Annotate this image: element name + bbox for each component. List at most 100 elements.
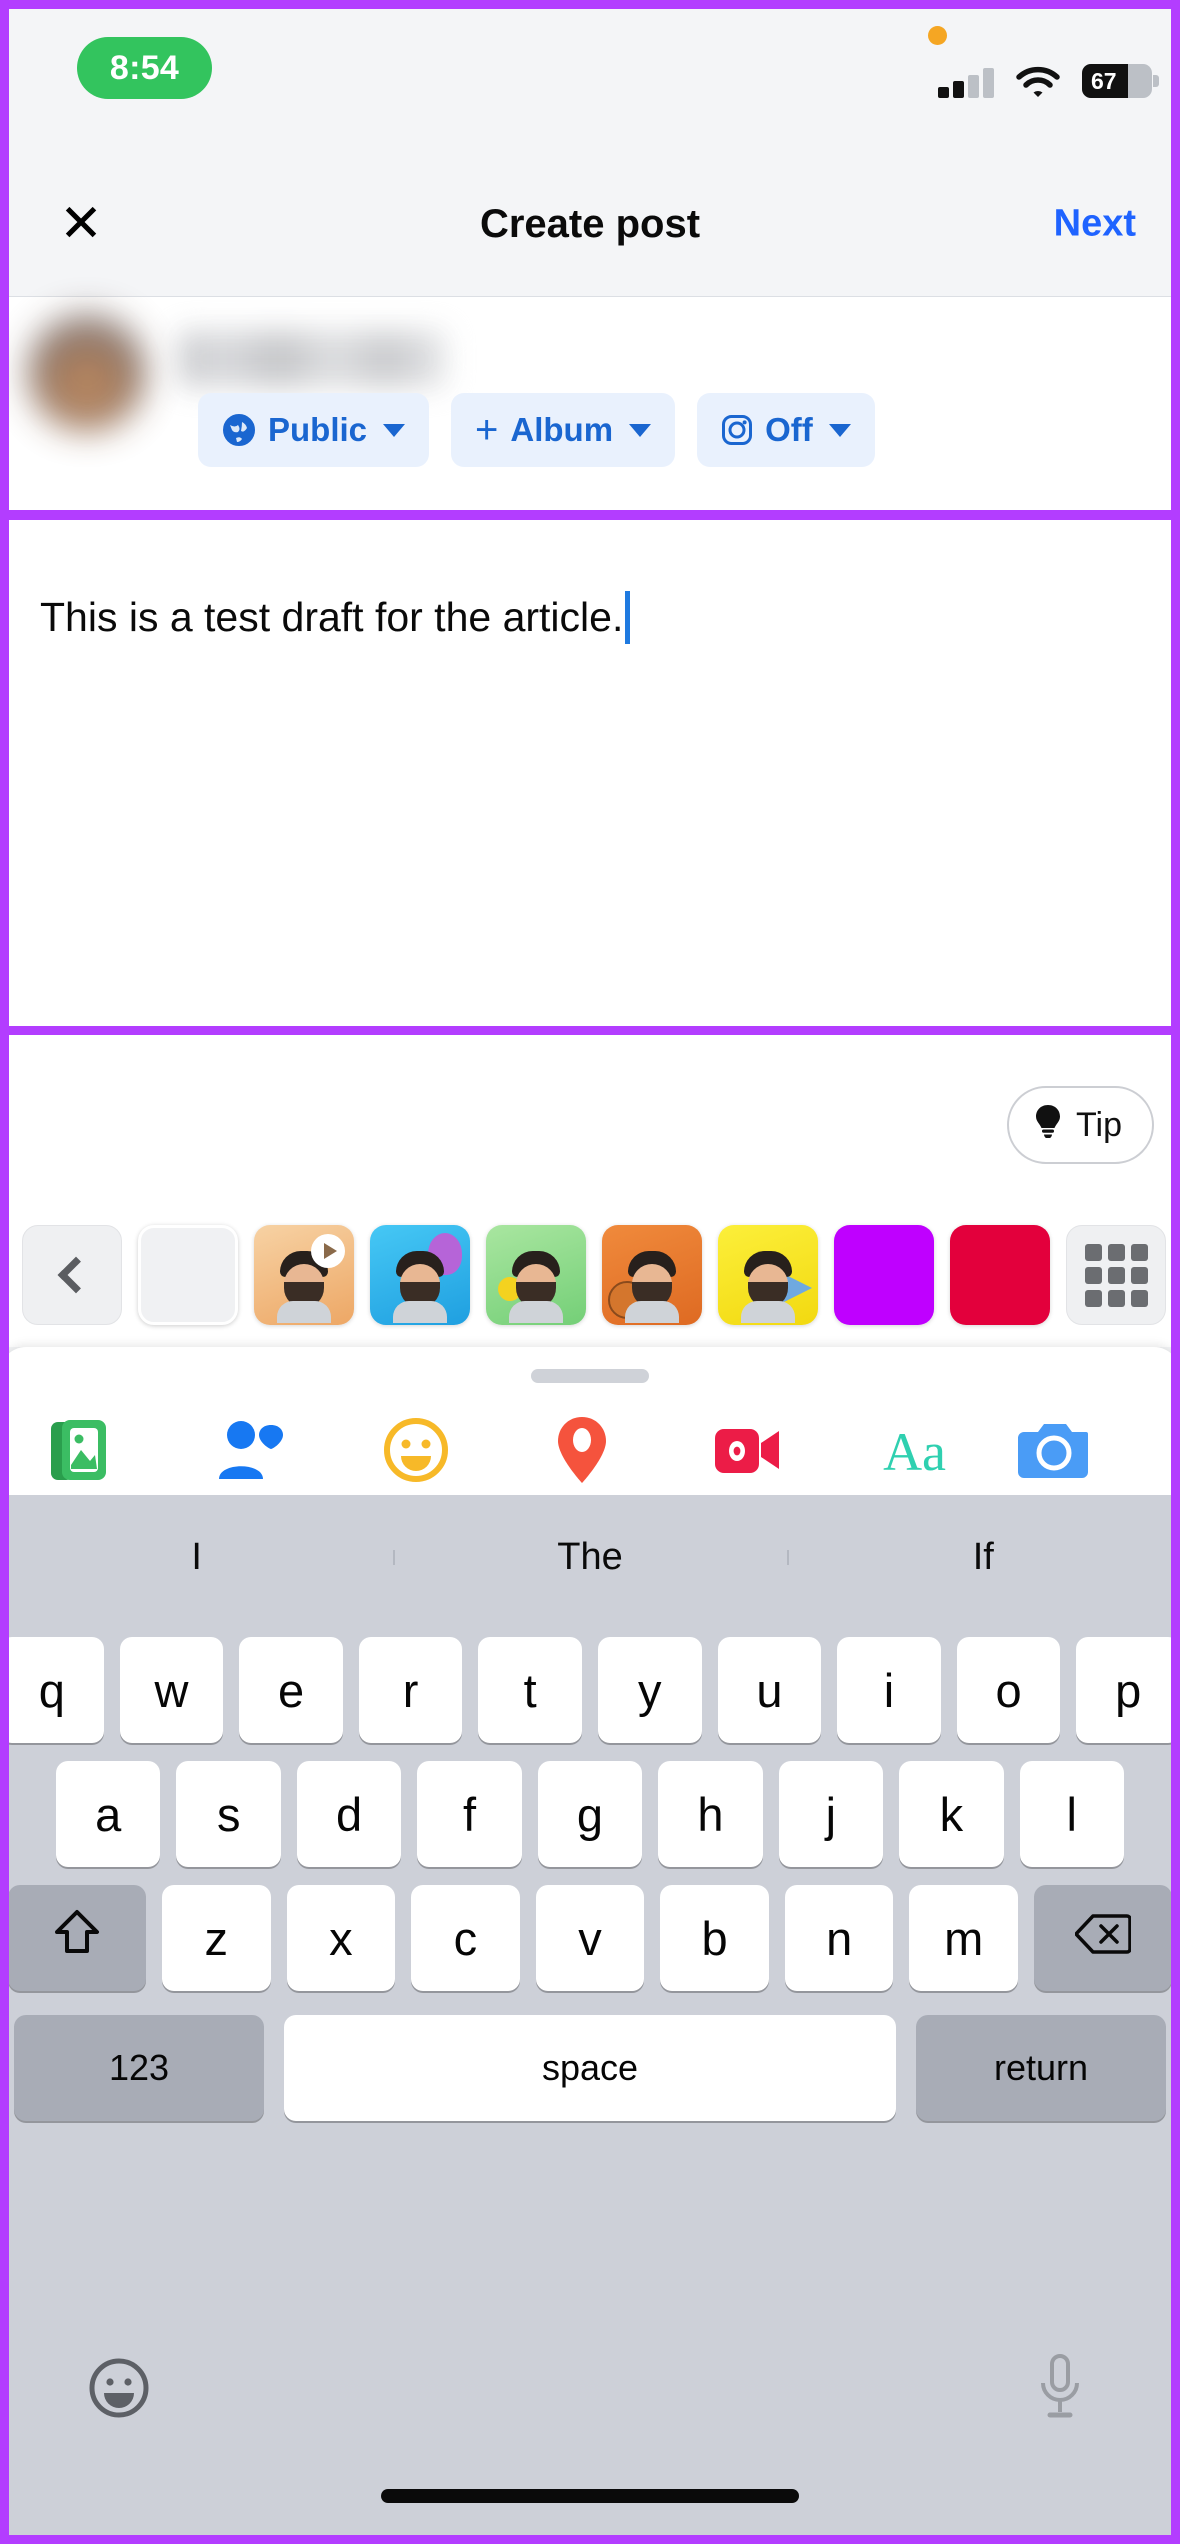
key-w[interactable]: w — [119, 1637, 224, 1743]
photo-video-button[interactable] — [0, 1409, 166, 1495]
key-q[interactable]: q — [0, 1637, 104, 1743]
battery-icon: 67 — [1082, 64, 1159, 98]
chevron-down-icon — [828, 423, 851, 437]
chevron-left-icon — [57, 1256, 95, 1294]
keyboard-row-2: a s d f g h j k l — [0, 1761, 1180, 1867]
composer-meta: Public + Album Off — [0, 297, 1180, 519]
color-swatch-red[interactable] — [950, 1225, 1050, 1325]
key-t[interactable]: t — [478, 1637, 582, 1743]
key-v[interactable]: v — [535, 1885, 645, 1991]
key-y[interactable]: y — [598, 1637, 702, 1743]
privacy-chip-public[interactable]: Public — [198, 393, 430, 467]
key-u[interactable]: u — [717, 1637, 822, 1743]
chevron-down-icon — [383, 423, 406, 437]
avatar-sticker-balloon[interactable] — [370, 1225, 470, 1325]
check-in-button[interactable] — [499, 1409, 665, 1495]
instagram-chip-label: Off — [765, 411, 813, 448]
avatar-sticker-video[interactable] — [254, 1225, 354, 1325]
key-h[interactable]: h — [658, 1761, 763, 1867]
avatar-figure-icon — [505, 1251, 567, 1323]
sticker-panel: Tip — [0, 1027, 1180, 1347]
numbers-key[interactable]: 123 — [14, 2015, 264, 2121]
avatar — [28, 313, 146, 431]
key-z[interactable]: z — [161, 1885, 271, 1991]
sticker-grid-button[interactable] — [1066, 1225, 1166, 1325]
close-icon[interactable]: ✕ — [52, 195, 110, 253]
key-p[interactable]: p — [1076, 1637, 1180, 1743]
tip-button[interactable]: Tip — [1007, 1086, 1154, 1164]
keyboard-bottom-bar — [0, 2335, 1180, 2535]
avatar-sticker-flower[interactable] — [486, 1225, 586, 1325]
key-k[interactable]: k — [899, 1761, 1004, 1867]
key-c[interactable]: c — [411, 1885, 520, 1991]
avatar-figure-icon — [737, 1251, 799, 1323]
key-i[interactable]: i — [837, 1637, 941, 1743]
suggestion-item[interactable]: The — [393, 1536, 786, 1579]
post-text-area[interactable]: This is a test draft for the article. — [0, 519, 1180, 1027]
key-x[interactable]: x — [286, 1885, 396, 1991]
sticker-blank-tile[interactable] — [138, 1225, 238, 1325]
suggestion-item[interactable]: I — [0, 1536, 393, 1579]
feeling-activity-button[interactable] — [333, 1409, 499, 1495]
key-g[interactable]: g — [537, 1761, 643, 1867]
key-o[interactable]: o — [956, 1637, 1061, 1743]
key-m[interactable]: m — [909, 1885, 1019, 1991]
avatar-sticker-basketball[interactable] — [602, 1225, 702, 1325]
key-d[interactable]: d — [296, 1761, 402, 1867]
key-j[interactable]: j — [778, 1761, 884, 1867]
tag-people-icon — [213, 1417, 285, 1488]
text-cursor — [625, 591, 631, 644]
key-s[interactable]: s — [176, 1761, 281, 1867]
chevron-down-icon — [629, 423, 652, 437]
shift-key[interactable] — [7, 1885, 146, 1991]
sticker-strip-back[interactable] — [22, 1225, 122, 1325]
live-video-button[interactable] — [665, 1409, 831, 1495]
user-name — [178, 331, 446, 387]
keyboard-row-3: z x c v b n m — [0, 1885, 1180, 1991]
instagram-icon — [721, 414, 753, 446]
key-r[interactable]: r — [358, 1637, 463, 1743]
color-swatch-purple[interactable] — [834, 1225, 934, 1325]
play-icon — [311, 1234, 345, 1268]
text-style-button[interactable]: Aa — [831, 1409, 997, 1495]
key-b[interactable]: b — [660, 1885, 769, 1991]
globe-icon — [222, 413, 256, 447]
dictation-button[interactable] — [1034, 2353, 1086, 2428]
key-f[interactable]: f — [417, 1761, 522, 1867]
backspace-key[interactable] — [1034, 1885, 1173, 1991]
emoji-keyboard-icon — [88, 2358, 150, 2423]
camera-button[interactable] — [998, 1409, 1180, 1495]
lightbulb-icon — [1033, 1104, 1063, 1147]
sheet-drag-handle[interactable] — [531, 1369, 649, 1383]
feeling-activity-icon — [383, 1417, 449, 1488]
key-e[interactable]: e — [239, 1637, 343, 1743]
album-chip[interactable]: + Album — [451, 393, 676, 467]
emoji-keyboard-button[interactable] — [88, 2357, 150, 2424]
predictive-suggestion-bar: I The If — [0, 1495, 1180, 1619]
avatar-sticker-megaphone[interactable] — [718, 1225, 818, 1325]
return-key[interactable]: return — [916, 2015, 1166, 2121]
camera-icon — [1014, 1420, 1088, 1485]
keyboard-row-1: q w e r t y u i o p — [0, 1637, 1180, 1743]
suggestion-item[interactable]: If — [786, 1536, 1180, 1579]
tag-people-button[interactable] — [166, 1409, 332, 1495]
sticker-strip[interactable] — [0, 1219, 1180, 1331]
wifi-icon — [1016, 66, 1060, 98]
live-video-icon — [713, 1421, 783, 1484]
next-button[interactable]: Next — [1054, 203, 1136, 246]
cellular-signal-icon — [938, 66, 994, 98]
backspace-icon — [1074, 1911, 1132, 1966]
key-a[interactable]: a — [56, 1761, 161, 1867]
key-l[interactable]: l — [1019, 1761, 1124, 1867]
status-bar: 8:54 67 — [0, 0, 1180, 152]
privacy-chip-label: Public — [268, 411, 368, 448]
space-key[interactable]: space — [284, 2015, 896, 2121]
key-n[interactable]: n — [784, 1885, 894, 1991]
instagram-crosspost-chip[interactable]: Off — [697, 393, 875, 467]
check-in-location-icon — [555, 1415, 609, 1490]
page-title: Create post — [479, 201, 701, 246]
album-chip-label: Album — [510, 411, 614, 448]
screen-header: ✕ Create post Next — [0, 152, 1180, 297]
status-time: 8:54 — [77, 37, 212, 99]
text-style-icon: Aa — [883, 1422, 947, 1482]
